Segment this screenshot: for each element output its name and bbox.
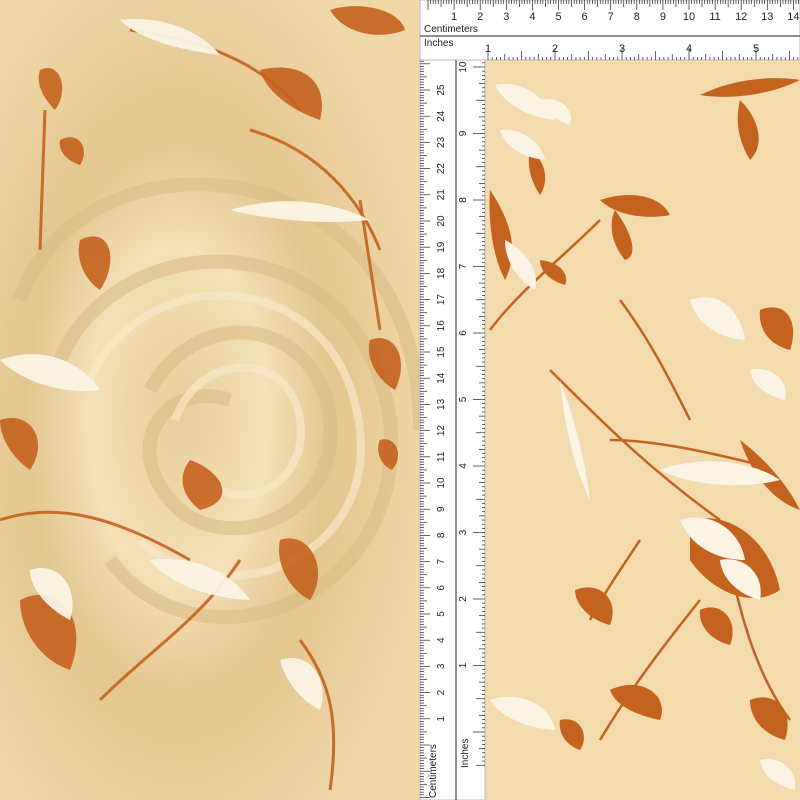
side-ruler-cm-number: 3 [436, 663, 447, 669]
side-ruler-cm-number: 17 [436, 294, 447, 306]
top-ruler-inch-number: 5 [753, 43, 759, 55]
side-ruler-cm-number: 22 [436, 163, 447, 175]
side-ruler-cm-number: 10 [436, 477, 447, 489]
top-ruler-cm-number: 13 [761, 11, 773, 23]
side-ruler-cm-number: 16 [436, 320, 447, 332]
side-ruler-inch-number: 9 [458, 130, 469, 136]
top-ruler-cm-number: 3 [503, 11, 509, 23]
top-ruler-inch-number: 2 [552, 43, 558, 55]
top-ruler-inch-number: 4 [686, 43, 692, 55]
side-ruler-cm-number: 14 [436, 372, 447, 384]
side-ruler-cm-number: 15 [436, 346, 447, 358]
side-ruler-cm-label: Centimeters [428, 744, 439, 798]
side-ruler-cm-number: 13 [436, 398, 447, 410]
side-ruler-inch-number: 1 [458, 662, 469, 668]
flat-fabric-panel [485, 60, 800, 800]
top-ruler-inch-number: 1 [485, 43, 491, 55]
top-ruler-cm-label: Centimeters [424, 24, 478, 35]
side-ruler-cm-number: 18 [436, 267, 447, 279]
top-ruler-cm-number: 6 [582, 11, 588, 23]
side-ruler-inch-number: 8 [458, 197, 469, 203]
side-ruler-cm-number: 25 [436, 84, 447, 96]
side-ruler-cm-number: 20 [436, 215, 447, 227]
swirled-fabric-panel [0, 0, 427, 800]
top-ruler-cm-number: 10 [683, 11, 695, 23]
side-ruler-cm-number: 7 [436, 558, 447, 564]
side-ruler-inch-number: 7 [458, 263, 469, 269]
side-ruler-inch-number: 3 [458, 529, 469, 535]
top-ruler-cm-number: 14 [787, 11, 799, 23]
top-ruler-inch-label: Inches [424, 38, 453, 49]
side-ruler-cm-number: 2 [436, 689, 447, 695]
top-ruler-inch-number: 3 [619, 43, 625, 55]
side-ruler-cm-number: 4 [436, 637, 447, 643]
side-ruler: 1234567891011121314151617181920212223242… [419, 59, 486, 800]
top-ruler-cm-number: 4 [529, 11, 535, 23]
top-ruler-cm-number: 11 [709, 11, 720, 23]
top-ruler-cm-number: 5 [555, 11, 561, 23]
side-ruler-cm-number: 5 [436, 611, 447, 617]
side-ruler-cm-number: 11 [436, 451, 447, 462]
side-ruler-inch-number: 4 [458, 463, 469, 469]
fabric-photo: 1 2 3 4 5 6 7 8 9 10 11 12 13 14 12345 Centimeters In… [0, 0, 800, 800]
side-ruler-inch-number: 10 [458, 61, 469, 73]
side-ruler-cm-number: 6 [436, 585, 447, 591]
side-ruler-cm-number: 23 [436, 136, 447, 148]
side-ruler-cm-number: 24 [436, 110, 447, 122]
side-ruler-inch-label: Inches [460, 739, 471, 768]
top-ruler-cm-number: 8 [634, 11, 640, 23]
top-ruler-cm-number: 12 [735, 11, 747, 23]
side-ruler-cm-number: 19 [436, 241, 447, 253]
top-ruler-cm-number: 2 [477, 11, 483, 23]
side-ruler-cm-number: 21 [436, 189, 447, 201]
side-ruler-inch-number: 5 [458, 396, 469, 402]
side-ruler-cm-number: 1 [436, 716, 447, 722]
top-ruler-cm-number: 9 [660, 11, 666, 23]
side-ruler-cm-number: 9 [436, 506, 447, 512]
side-ruler-inch-number: 6 [458, 330, 469, 336]
top-ruler: 1 2 3 4 5 6 7 8 9 10 11 12 13 14 12345 Centimeters In… [419, 0, 800, 61]
top-ruler-cm-number: 1 [451, 11, 457, 23]
side-ruler-inch-number: 2 [458, 596, 469, 602]
side-ruler-cm-number: 8 [436, 532, 447, 538]
side-ruler-cm-number: 12 [436, 425, 447, 437]
top-ruler-cm-number: 7 [608, 11, 614, 23]
